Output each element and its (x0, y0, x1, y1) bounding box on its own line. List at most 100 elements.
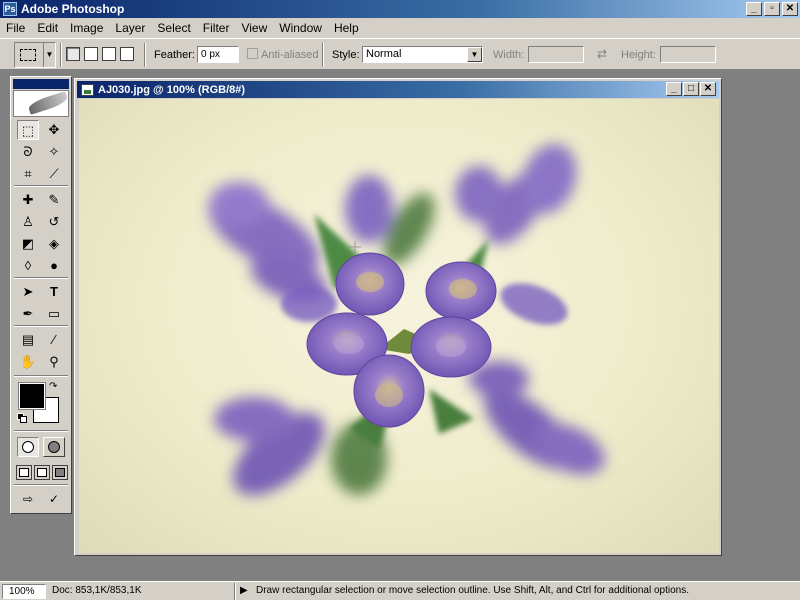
swap-width-height-icon[interactable]: ⇄ (597, 47, 607, 61)
standard-mode-icon (22, 441, 34, 453)
feather-input[interactable] (197, 46, 239, 63)
document-title: AJ030.jpg @ 100% (RGB/8#) (98, 83, 246, 96)
default-colors-icon[interactable] (17, 413, 27, 423)
jump-to-imageready-button[interactable]: ⇨ (17, 489, 39, 509)
zoom-tool[interactable]: ⚲ (43, 352, 65, 372)
toolbox-title-bar[interactable] (13, 79, 69, 89)
options-separator (322, 43, 324, 67)
new-selection-icon[interactable] (66, 47, 80, 61)
menu-bar: File Edit Image Layer Select Filter View… (0, 18, 800, 38)
lasso-tool[interactable]: ᘐ (17, 142, 39, 162)
menu-help[interactable]: Help (328, 18, 365, 38)
subtract-from-selection-icon[interactable] (102, 47, 116, 61)
imageready-check-icon[interactable]: ✓ (43, 489, 65, 509)
type-tool[interactable]: T (43, 282, 65, 302)
toolbox-separator (14, 484, 68, 486)
document-size-info[interactable]: Doc: 853,1K/853,1K (52, 585, 142, 596)
height-input[interactable] (660, 46, 716, 63)
document-window: AJ030.jpg @ 100% (RGB/8#) _ □ ✕ (74, 78, 722, 556)
width-label: Width: (493, 49, 525, 61)
swap-colors-icon[interactable]: ↷ (49, 381, 57, 392)
status-menu-arrow-icon[interactable]: ▶ (240, 585, 248, 596)
full-screen-mode-button[interactable] (52, 465, 68, 480)
toolbox: ⬚ ✥ ᘐ ✧ ⌗ ⟋ ✚ ✎ ♙ ↺ ◩ ◈ ◊ ● ➤ T ✒ ▭ ▤ ⁄ … (10, 76, 72, 514)
full-screen-menu-mode-button[interactable] (34, 465, 50, 480)
style-select-value: Normal (366, 48, 402, 60)
photoshop-app-icon: Ps (3, 2, 17, 16)
adobe-online-button[interactable] (13, 90, 69, 117)
app-title: Adobe Photoshop (21, 2, 125, 16)
zoom-level-field[interactable]: 100% (2, 584, 46, 599)
hand-tool[interactable]: ✋ (17, 352, 39, 372)
rectangular-marquee-tool[interactable]: ⬚ (17, 120, 39, 140)
menu-select[interactable]: Select (151, 18, 196, 38)
tool-hint-message: Draw rectangular selection or move selec… (256, 585, 689, 596)
width-input[interactable] (528, 46, 584, 63)
style-select[interactable]: Normal ▼ (362, 46, 483, 63)
rectangle-tool[interactable]: ▭ (43, 304, 65, 324)
eraser-tool[interactable]: ◩ (17, 234, 39, 254)
quick-mask-icon (48, 441, 60, 453)
pen-tool[interactable]: ✒ (17, 304, 39, 324)
document-minimize-button[interactable]: _ (666, 82, 682, 96)
status-bar: 100% Doc: 853,1K/853,1K ▶ Draw rectangul… (0, 581, 800, 600)
document-image-icon (81, 83, 94, 96)
anti-aliased-label: Anti-aliased (261, 49, 319, 61)
move-tool[interactable]: ✥ (43, 120, 65, 140)
menu-image[interactable]: Image (64, 18, 109, 38)
image-canvas[interactable] (79, 99, 719, 553)
app-title-bar: Ps Adobe Photoshop _ ▫ ✕ (0, 0, 800, 18)
menu-layer[interactable]: Layer (109, 18, 151, 38)
toolbox-separator (14, 375, 68, 377)
anti-aliased-checkbox[interactable] (247, 48, 258, 59)
feather-label: Feather: (154, 49, 195, 61)
notes-tool[interactable]: ▤ (17, 330, 39, 350)
toolbox-separator (14, 277, 68, 279)
standard-screen-mode-button[interactable] (16, 465, 32, 480)
menu-view[interactable]: View (235, 18, 273, 38)
flower-photo (208, 144, 605, 496)
document-maximize-button[interactable]: □ (683, 82, 699, 96)
app-restore-button[interactable]: ▫ (764, 2, 780, 16)
height-label: Height: (621, 49, 656, 61)
document-close-button[interactable]: ✕ (700, 82, 716, 96)
paint-bucket-tool[interactable]: ◈ (43, 234, 65, 254)
foreground-color-swatch[interactable] (18, 382, 46, 410)
menu-filter[interactable]: Filter (197, 18, 236, 38)
toolbox-separator (14, 185, 68, 187)
selection-mode-group (66, 47, 134, 61)
intersect-selection-icon[interactable] (120, 47, 134, 61)
app-minimize-button[interactable]: _ (746, 2, 762, 16)
history-brush-tool[interactable]: ↺ (43, 212, 65, 232)
status-separator (234, 583, 236, 600)
burn-tool[interactable]: ● (43, 256, 65, 276)
standard-mode-button[interactable] (17, 437, 39, 457)
quick-mask-mode-button[interactable] (43, 437, 65, 457)
brush-tool[interactable]: ✎ (43, 190, 65, 210)
menu-file[interactable]: File (0, 18, 31, 38)
add-to-selection-icon[interactable] (84, 47, 98, 61)
clone-stamp-tool[interactable]: ♙ (17, 212, 39, 232)
menu-edit[interactable]: Edit (31, 18, 64, 38)
options-bar: ▼ Feather: Anti-aliased Style: Normal ▼ … (0, 38, 800, 70)
chevron-down-icon[interactable]: ▼ (43, 43, 55, 67)
path-selection-tool[interactable]: ➤ (17, 282, 39, 302)
options-separator (144, 43, 146, 67)
document-window-controls: _ □ ✕ (666, 82, 716, 96)
tool-preset-picker[interactable]: ▼ (14, 42, 56, 68)
toolbox-separator (14, 325, 68, 327)
eyedropper-tool[interactable]: ⁄ (43, 330, 65, 350)
crop-tool[interactable]: ⌗ (17, 164, 39, 184)
chevron-down-icon[interactable]: ▼ (467, 47, 482, 62)
magic-wand-tool[interactable]: ✧ (43, 142, 65, 162)
app-close-button[interactable]: ✕ (782, 2, 798, 16)
menu-window[interactable]: Window (273, 18, 328, 38)
options-separator (60, 43, 62, 67)
feather-logo-icon (27, 91, 68, 115)
healing-brush-tool[interactable]: ✚ (17, 190, 39, 210)
blur-tool[interactable]: ◊ (17, 256, 39, 276)
style-label: Style: (332, 49, 360, 61)
app-window-controls: _ ▫ ✕ (746, 2, 798, 16)
slice-tool[interactable]: ⟋ (43, 164, 65, 184)
document-title-bar[interactable]: AJ030.jpg @ 100% (RGB/8#) _ □ ✕ (77, 81, 719, 98)
